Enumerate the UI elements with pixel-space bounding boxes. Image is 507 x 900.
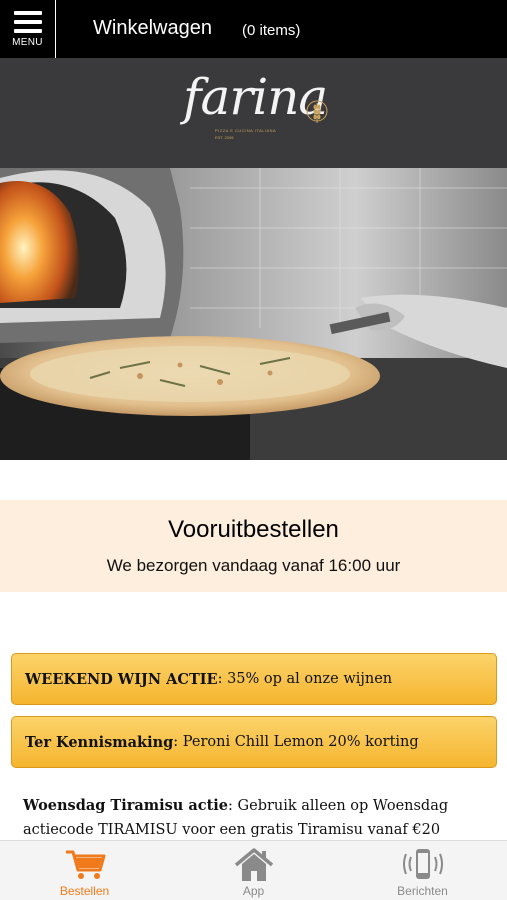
brand-established: EST. 2006 (215, 135, 234, 140)
phone-vibrate-icon (402, 847, 444, 883)
tiramisu-promo-label: Woensdag Tiramisu actie (23, 797, 229, 814)
delivery-time-text: We bezorgen vandaag vanaf 16:00 uur (106, 556, 401, 575)
hero-pizza-image (0, 168, 507, 460)
wine-deal-label: WEEKEND WIJN ACTIE (25, 670, 218, 688)
tab-bestellen-label: Bestellen (59, 884, 110, 898)
intro-deal-text: : Peroni Chill Lemon 20% korting (173, 734, 419, 750)
tab-app[interactable]: App (169, 841, 338, 900)
tiramisu-promo-text: Woensdag Tiramisu actie: Gebruik alleen … (23, 794, 493, 842)
cart-icon (64, 847, 106, 883)
tab-bestellen[interactable]: Bestellen (0, 841, 169, 900)
app-screen: MENU Winkelwagen (0 items) farina PIZZA … (0, 0, 507, 900)
wine-deal-text: : 35% op al onze wijnen (217, 671, 393, 687)
bottom-tab-bar: Bestellen App Berichten (0, 840, 507, 900)
home-icon (234, 847, 274, 883)
logo-banner: farina PIZZA E CUCINA ITALIANA EST. 2006 (0, 58, 507, 168)
menu-label: MENU (12, 36, 43, 48)
hamburger-icon (13, 10, 42, 33)
wine-deal-banner[interactable]: WEEKEND WIJN ACTIE: 35% op al onze wijne… (11, 653, 497, 705)
preorder-banner: Vooruitbestellen We bezorgen vandaag van… (0, 500, 507, 592)
preorder-title: Vooruitbestellen (168, 516, 339, 543)
cart-title[interactable]: Winkelwagen (93, 17, 212, 40)
tab-app-label: App (242, 884, 265, 898)
intro-deal-banner[interactable]: Ter Kennismaking: Peroni Chill Lemon 20%… (11, 716, 497, 768)
brand-tagline: PIZZA E CUCINA ITALIANA (215, 128, 277, 133)
top-bar: MENU Winkelwagen (0 items) (0, 0, 507, 58)
intro-deal-label: Ter Kennismaking (25, 733, 174, 751)
tab-berichten-label: Berichten (397, 884, 448, 898)
cart-item-count[interactable]: (0 items) (242, 22, 300, 39)
wheat-icon (306, 100, 328, 123)
menu-button[interactable]: MENU (0, 0, 56, 58)
tab-berichten[interactable]: Berichten (338, 841, 507, 900)
